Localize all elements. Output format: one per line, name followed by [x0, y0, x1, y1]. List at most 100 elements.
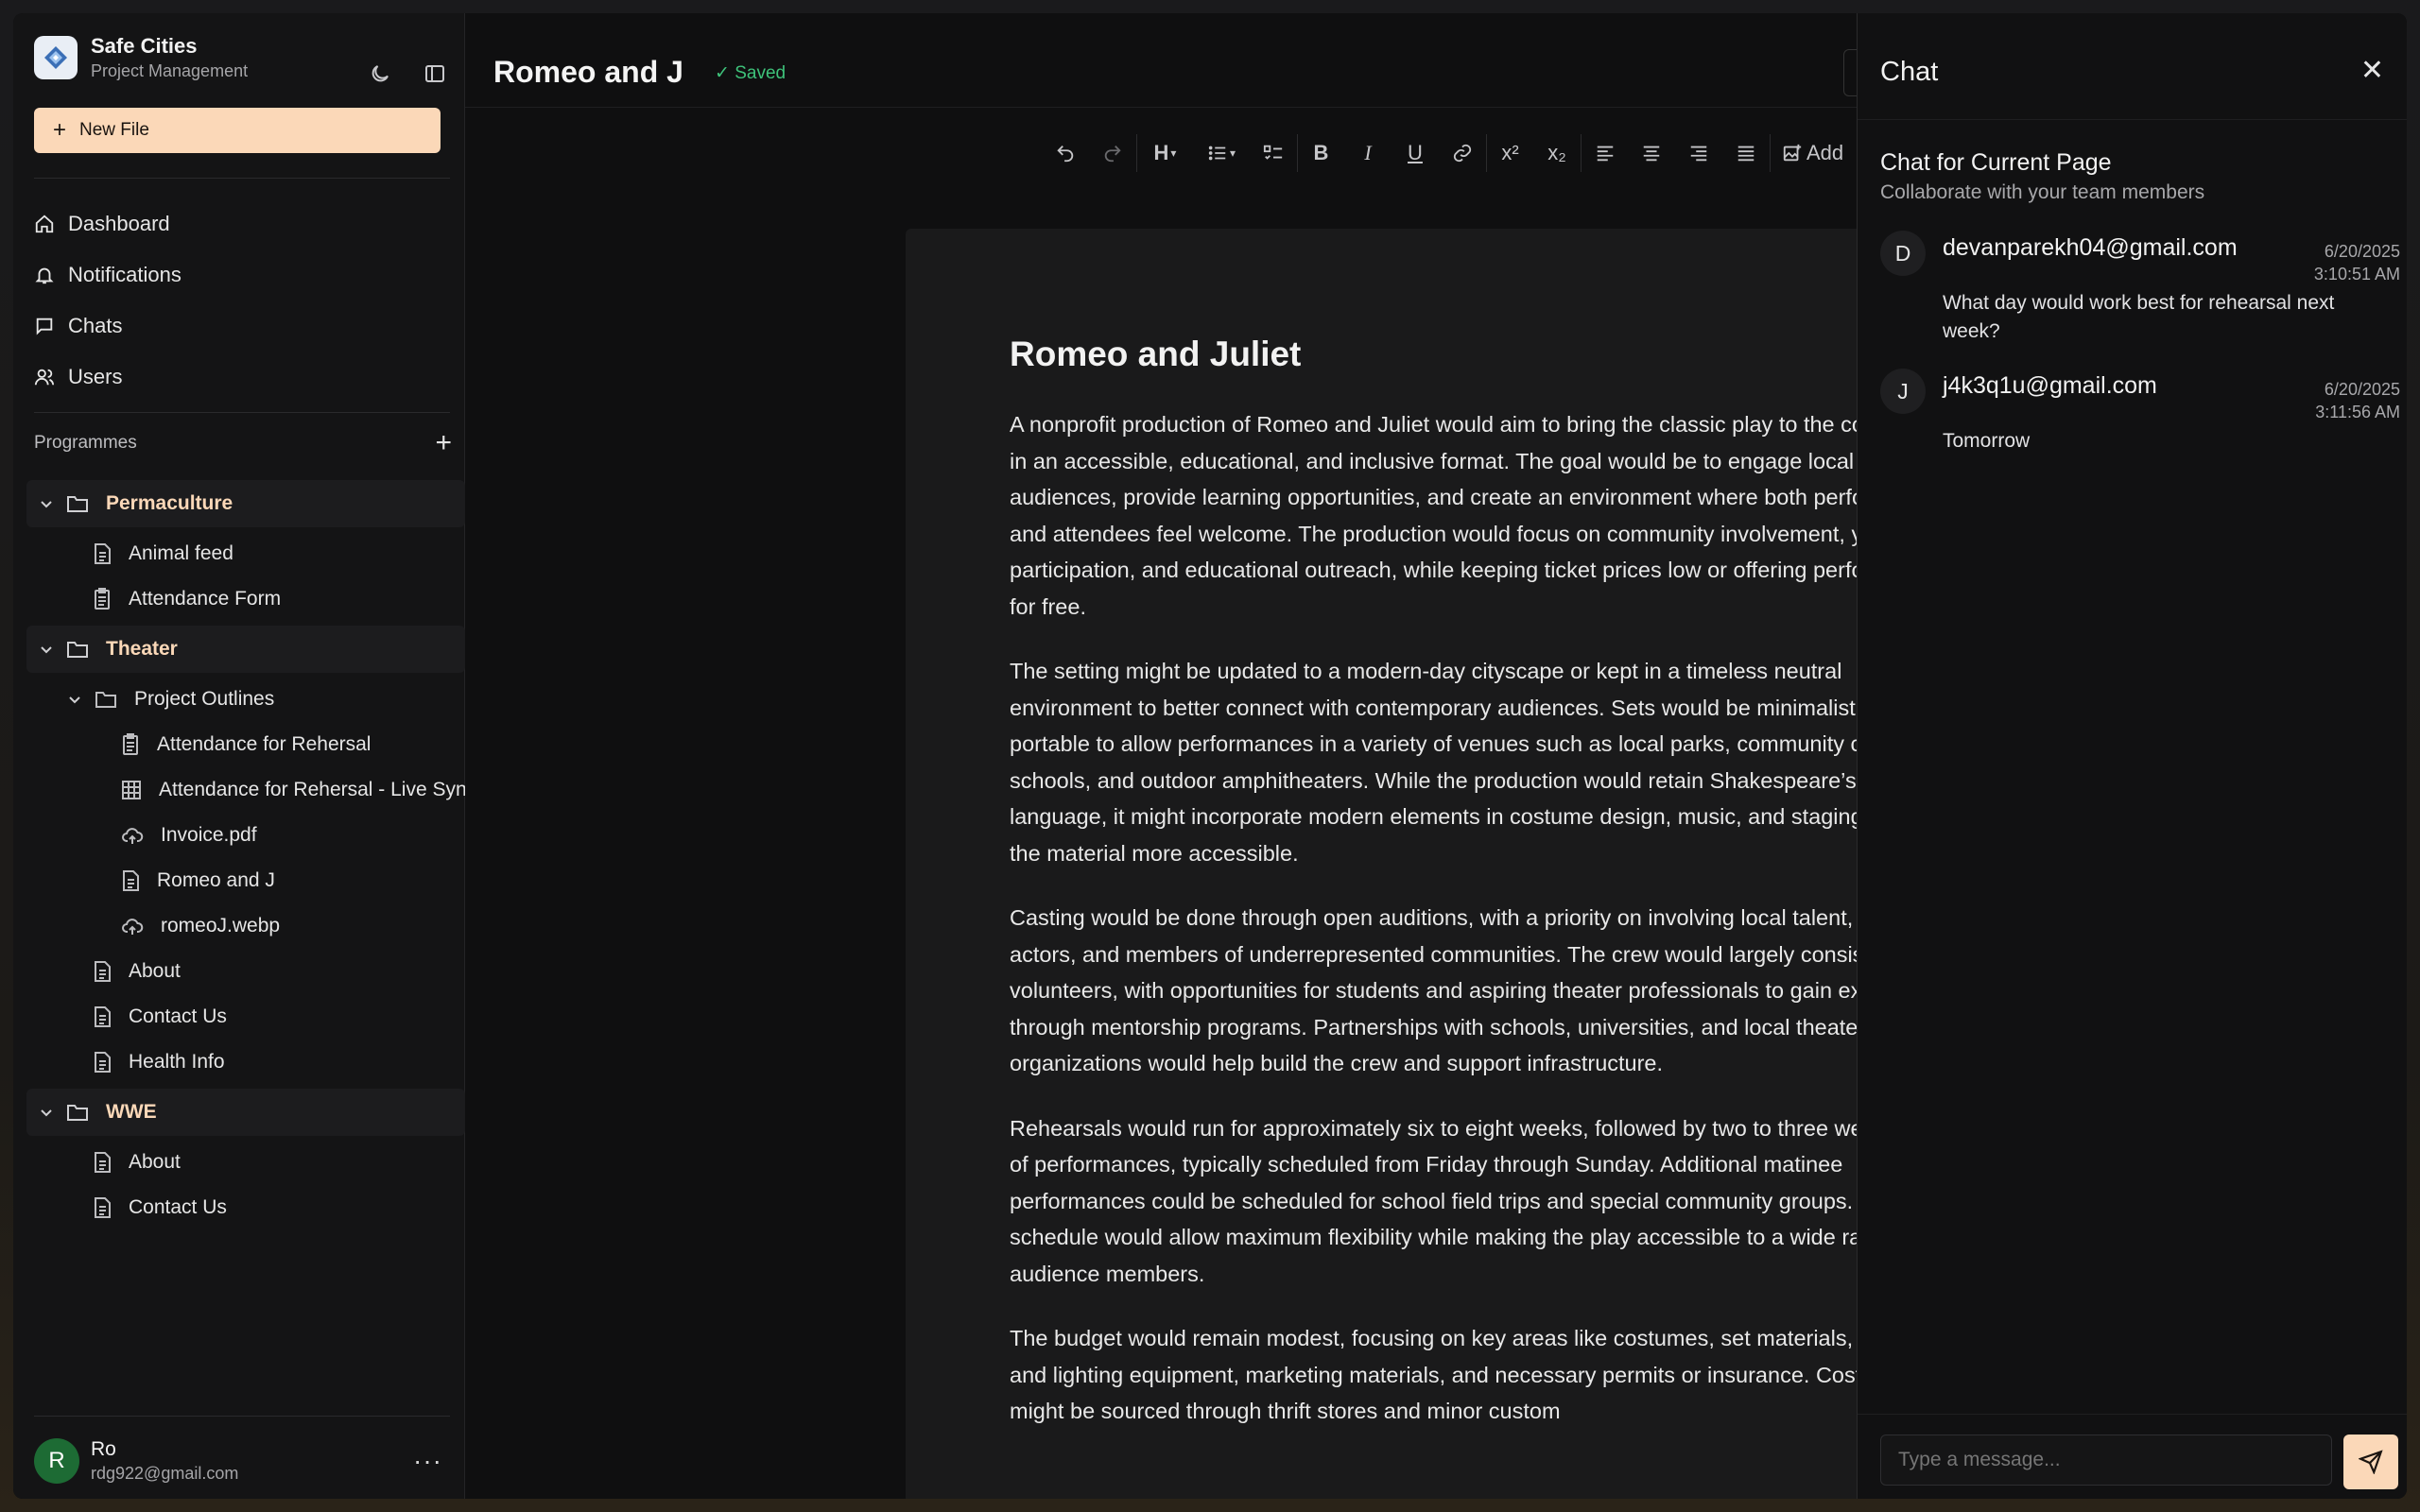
align-justify-button[interactable] — [1722, 134, 1770, 172]
new-file-button[interactable]: + New File — [34, 108, 441, 153]
document-paragraph: The budget would remain modest, focusing… — [1010, 1326, 1857, 1423]
header-action-button[interactable] — [1843, 49, 1857, 96]
sidebar-panel-icon — [425, 65, 444, 82]
redo-button[interactable] — [1089, 134, 1136, 172]
workspace-subtitle: Project Management — [91, 61, 249, 80]
formatting-toolbar: H ▾ ▾ B I U x² x₂ Add — [1042, 134, 1855, 172]
checklist-icon — [1263, 145, 1283, 160]
link-button[interactable] — [1439, 134, 1486, 172]
chevron-down-icon — [38, 1105, 55, 1120]
nav-item-notifications[interactable]: Notifications — [34, 249, 450, 301]
tree-item-romeoj-webp[interactable]: romeoJ.webp — [26, 903, 465, 949]
chat-panel-title: Chat — [1880, 57, 1939, 87]
subscript-button[interactable]: x₂ — [1533, 134, 1581, 172]
tree-item-animal-feed[interactable]: Animal feed — [26, 531, 465, 576]
bell-icon — [35, 267, 54, 284]
document-icon — [121, 869, 140, 892]
tree-folder-permaculture[interactable]: Permaculture — [26, 480, 465, 527]
editor-header: Romeo and J ✓ Saved — [465, 13, 1857, 108]
align-right-icon — [1690, 146, 1707, 162]
message-sender: j4k3q1u@gmail.com — [1943, 372, 2157, 399]
tree-item-contact-us[interactable]: Contact Us — [26, 994, 465, 1040]
user-profile[interactable]: R Ro rdg922@gmail.com ··· — [34, 1438, 450, 1484]
cloud-upload-icon — [121, 825, 144, 846]
page-title[interactable]: Romeo and J — [493, 55, 683, 90]
align-left-button[interactable] — [1581, 134, 1628, 172]
tree-label: WWE — [106, 1101, 157, 1123]
undo-button[interactable] — [1042, 134, 1089, 172]
user-email: rdg922@gmail.com — [91, 1464, 239, 1483]
document-paragraph: The setting might be updated to a modern… — [1010, 659, 1857, 866]
subscript-icon: x₂ — [1547, 141, 1566, 164]
tree-label: Attendance Form — [129, 588, 282, 610]
message-input[interactable] — [1880, 1435, 2332, 1486]
tree-item-attendance-live-sync[interactable]: Attendance for Rehersal - Live Sync — [26, 767, 465, 813]
chat-section-title: Chat for Current Page — [1880, 149, 2112, 176]
heading-dropdown[interactable]: H ▾ — [1136, 134, 1193, 172]
align-right-button[interactable] — [1675, 134, 1722, 172]
nav-label: Notifications — [68, 263, 182, 286]
avatar: D — [1880, 231, 1926, 276]
tree-folder-wwe[interactable]: WWE — [26, 1089, 465, 1136]
italic-button[interactable]: I — [1344, 134, 1392, 172]
tree-item-health-info[interactable]: Health Info — [26, 1040, 465, 1085]
folder-icon — [66, 639, 89, 660]
tree-folder-project-outlines[interactable]: Project Outlines — [26, 677, 465, 722]
tree-item-contact-us[interactable]: Contact Us — [26, 1185, 465, 1230]
collapse-sidebar-button[interactable] — [418, 57, 452, 91]
divider — [34, 412, 450, 413]
tree-label: About — [129, 960, 181, 982]
list-dropdown[interactable]: ▾ — [1193, 134, 1250, 172]
workspace-switcher[interactable]: Safe Cities Project Management — [34, 34, 248, 81]
document-paragraph: Rehearsals would run for approximately s… — [1010, 1115, 1857, 1286]
italic-icon: I — [1364, 141, 1372, 164]
align-left-icon — [1597, 146, 1613, 162]
underline-button[interactable]: U — [1392, 134, 1439, 172]
tree-label: Invoice.pdf — [161, 824, 257, 846]
superscript-button[interactable]: x² — [1486, 134, 1533, 172]
document-icon — [93, 1196, 112, 1219]
divider — [34, 1416, 450, 1417]
tree-folder-theater[interactable]: Theater — [26, 626, 465, 673]
tree-item-invoice-pdf[interactable]: Invoice.pdf — [26, 813, 465, 858]
document-page: Romeo and Juliet A nonprofit production … — [906, 229, 1857, 1499]
document-content[interactable]: Romeo and Juliet A nonprofit production … — [1010, 335, 1857, 1458]
nav-item-dashboard[interactable]: Dashboard — [34, 198, 450, 249]
users-icon — [34, 369, 55, 386]
add-programme-button[interactable]: + — [435, 429, 452, 457]
tree-label: Project Outlines — [134, 688, 275, 710]
programme-tree: Permaculture Animal feed Attendance Form… — [26, 480, 465, 1230]
bold-button[interactable]: B — [1297, 134, 1344, 172]
tree-item-attendance-form[interactable]: Attendance Form — [26, 576, 465, 622]
workspace-name: Safe Cities — [91, 34, 198, 58]
send-button[interactable] — [2343, 1435, 2398, 1489]
message-timestamp: 6/20/2025 3:10:51 AM — [2314, 240, 2400, 285]
nav-item-chats[interactable]: Chats — [34, 301, 450, 352]
tree-item-romeo-and-j[interactable]: Romeo and J — [26, 858, 465, 903]
saved-status: ✓ Saved — [715, 63, 786, 83]
tree-item-about[interactable]: About — [26, 949, 465, 994]
tree-label: Contact Us — [129, 1196, 227, 1218]
checklist-button[interactable] — [1250, 134, 1297, 172]
app-window: Safe Cities Project Management + New Fil… — [13, 13, 2407, 1499]
divider — [1858, 119, 2407, 120]
avatar: R — [34, 1438, 79, 1484]
message-date: 6/20/2025 — [2324, 242, 2400, 261]
close-icon[interactable]: ✕ — [2360, 57, 2384, 85]
tree-item-attendance-rehersal[interactable]: Attendance for Rehersal — [26, 722, 465, 767]
nav-label: Dashboard — [68, 212, 170, 235]
align-center-button[interactable] — [1628, 134, 1675, 172]
add-image-button[interactable]: Add — [1770, 134, 1855, 172]
chat-icon — [36, 318, 53, 335]
workspace-logo-icon — [34, 36, 78, 79]
tree-label: Health Info — [129, 1051, 225, 1073]
theme-toggle-button[interactable] — [363, 57, 397, 91]
chevron-down-icon — [38, 642, 55, 657]
nav-item-users[interactable]: Users — [34, 352, 450, 403]
tree-item-about[interactable]: About — [26, 1140, 465, 1185]
redo-icon — [1104, 146, 1121, 163]
more-options-icon[interactable]: ··· — [413, 1446, 442, 1476]
chat-section-description: Collaborate with your team members — [1880, 181, 2205, 203]
cloud-upload-icon — [121, 916, 144, 936]
document-icon — [93, 1005, 112, 1028]
